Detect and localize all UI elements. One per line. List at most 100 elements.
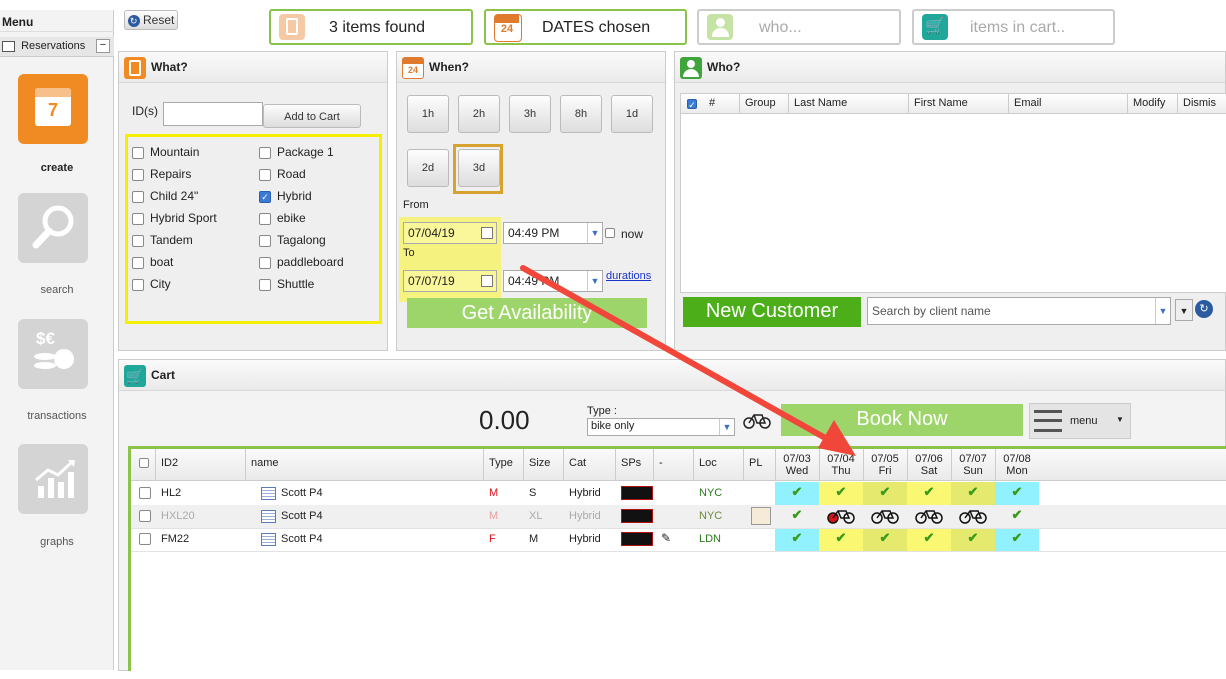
- new-customer-button[interactable]: New Customer: [683, 297, 861, 327]
- now-checkbox[interactable]: [605, 228, 615, 238]
- category-checkbox[interactable]: [132, 234, 144, 247]
- availability-cell[interactable]: [907, 507, 951, 526]
- availability-cell[interactable]: ✔: [995, 484, 1039, 503]
- category-option[interactable]: Shuttle: [259, 277, 379, 295]
- category-option[interactable]: Tandem: [132, 233, 252, 251]
- client-search-input[interactable]: Search by client name ▼: [867, 297, 1171, 325]
- category-checkbox[interactable]: [259, 234, 271, 247]
- collapse-button[interactable]: −: [96, 39, 110, 53]
- reset-button[interactable]: ↻ Reset: [124, 10, 178, 30]
- calendar-grid-icon[interactable]: [261, 510, 276, 523]
- select-all-customers-checkbox[interactable]: ✓: [687, 99, 697, 110]
- customer-column-header[interactable]: Last Name: [794, 97, 847, 109]
- category-option[interactable]: Hybrid Sport: [132, 211, 252, 229]
- category-option[interactable]: Mountain: [132, 145, 252, 163]
- availability-cell[interactable]: ✔: [951, 484, 995, 503]
- duration-button[interactable]: 2h: [458, 95, 500, 133]
- who-status[interactable]: who...: [697, 9, 901, 45]
- availability-cell[interactable]: ✔: [995, 530, 1039, 549]
- from-date-input[interactable]: 07/04/19: [403, 222, 497, 244]
- availability-cell[interactable]: [819, 507, 863, 526]
- nav-graphs[interactable]: [18, 444, 88, 514]
- category-option[interactable]: Repairs: [132, 167, 252, 185]
- row-checkbox[interactable]: [139, 510, 151, 522]
- availability-cell[interactable]: [863, 507, 907, 526]
- items-found-status[interactable]: 3 items found: [269, 9, 473, 45]
- duration-button[interactable]: 8h: [560, 95, 602, 133]
- row-checkbox[interactable]: [139, 487, 151, 499]
- availability-cell[interactable]: ✔: [775, 530, 819, 549]
- ids-input[interactable]: [163, 102, 263, 126]
- customer-column-header[interactable]: Dismis: [1183, 97, 1216, 109]
- availability-cell[interactable]: ✔: [907, 530, 951, 549]
- add-to-cart-button[interactable]: Add to Cart: [263, 104, 361, 128]
- availability-cell[interactable]: ✔: [995, 507, 1039, 526]
- cart-status[interactable]: 🛒 items in cart..: [912, 9, 1115, 45]
- category-checkbox[interactable]: ✓: [259, 190, 271, 203]
- customer-column-header[interactable]: First Name: [914, 97, 968, 109]
- dates-chosen-status[interactable]: 24 DATES chosen: [484, 9, 687, 45]
- calendar-grid-icon[interactable]: [261, 487, 276, 500]
- grid-column-header[interactable]: name: [251, 457, 279, 469]
- type-select[interactable]: bike only ▼: [587, 418, 735, 436]
- category-option[interactable]: Package 1: [259, 145, 379, 163]
- cart-menu-button[interactable]: menu ▼: [1029, 403, 1131, 439]
- grid-column-header[interactable]: ID2: [161, 457, 178, 469]
- to-date-input[interactable]: 07/07/19: [403, 270, 497, 292]
- customer-column-header[interactable]: #: [709, 97, 715, 109]
- category-checkbox[interactable]: [259, 168, 271, 181]
- availability-cell[interactable]: ✔: [863, 484, 907, 503]
- category-option[interactable]: Road: [259, 167, 379, 185]
- from-time-select[interactable]: 04:49 PM ▼: [503, 222, 603, 244]
- category-option[interactable]: boat: [132, 255, 252, 273]
- availability-cell[interactable]: ✔: [951, 530, 995, 549]
- availability-cell[interactable]: ✔: [819, 530, 863, 549]
- availability-cell[interactable]: ✔: [775, 484, 819, 503]
- client-dropdown-button[interactable]: ▼: [1175, 299, 1193, 321]
- nav-transactions[interactable]: $€: [18, 319, 88, 389]
- durations-link[interactable]: durations: [606, 270, 651, 282]
- category-checkbox[interactable]: [132, 256, 144, 269]
- calendar-grid-icon[interactable]: [261, 533, 276, 546]
- duration-button[interactable]: 1h: [407, 95, 449, 133]
- category-option[interactable]: ebike: [259, 211, 379, 229]
- grid-column-header[interactable]: -: [659, 457, 663, 469]
- availability-cell[interactable]: ✔: [907, 484, 951, 503]
- reservations-row[interactable]: Reservations −: [0, 37, 114, 57]
- datepicker-icon[interactable]: [481, 227, 493, 239]
- book-now-button[interactable]: Book Now: [781, 404, 1023, 436]
- grid-column-header[interactable]: SPs: [621, 457, 641, 469]
- row-checkbox[interactable]: [139, 533, 151, 545]
- category-checkbox[interactable]: [259, 146, 271, 159]
- availability-cell[interactable]: ✔: [819, 484, 863, 503]
- availability-cell[interactable]: [951, 507, 995, 526]
- table-row[interactable]: HL2 Scott P4 M S Hybrid NYC ✔ ✔ ✔ ✔ ✔ ✔: [131, 482, 1226, 506]
- category-checkbox[interactable]: [259, 278, 271, 291]
- availability-cell[interactable]: ✔: [775, 507, 819, 526]
- category-checkbox[interactable]: [132, 278, 144, 291]
- select-all-items-checkbox[interactable]: [139, 458, 149, 468]
- category-option[interactable]: paddleboard: [259, 255, 379, 273]
- edit-pencil-icon[interactable]: ✎: [661, 531, 671, 545]
- pl-icon[interactable]: [751, 507, 771, 525]
- availability-cell[interactable]: ✔: [863, 530, 907, 549]
- chevron-down-icon[interactable]: ▼: [1155, 298, 1170, 324]
- duration-button[interactable]: 3h: [509, 95, 551, 133]
- table-row[interactable]: HXL20 Scott P4 M XL Hybrid NYC ✔ ✔: [131, 505, 1226, 529]
- grid-column-header[interactable]: Type: [489, 457, 513, 469]
- grid-column-header[interactable]: Size: [529, 457, 550, 469]
- to-time-select[interactable]: 04:49 PM ▼: [503, 270, 603, 292]
- refresh-icon[interactable]: ↻: [1195, 300, 1213, 318]
- customer-column-header[interactable]: Modify: [1133, 97, 1165, 109]
- category-option[interactable]: ✓ Hybrid: [259, 189, 379, 207]
- category-checkbox[interactable]: [132, 212, 144, 225]
- customer-column-header[interactable]: Email: [1014, 97, 1042, 109]
- table-row[interactable]: FM22 Scott P4 F M Hybrid ✎ LDN ✔ ✔ ✔ ✔ ✔ ✔: [131, 528, 1226, 552]
- get-availability-button[interactable]: Get Availability: [407, 298, 647, 328]
- category-option[interactable]: Tagalong: [259, 233, 379, 251]
- grid-column-header[interactable]: PL: [749, 457, 762, 469]
- duration-button[interactable]: 2d: [407, 149, 449, 187]
- nav-search[interactable]: [18, 193, 88, 263]
- category-option[interactable]: Child 24": [132, 189, 252, 207]
- category-checkbox[interactable]: [132, 146, 144, 159]
